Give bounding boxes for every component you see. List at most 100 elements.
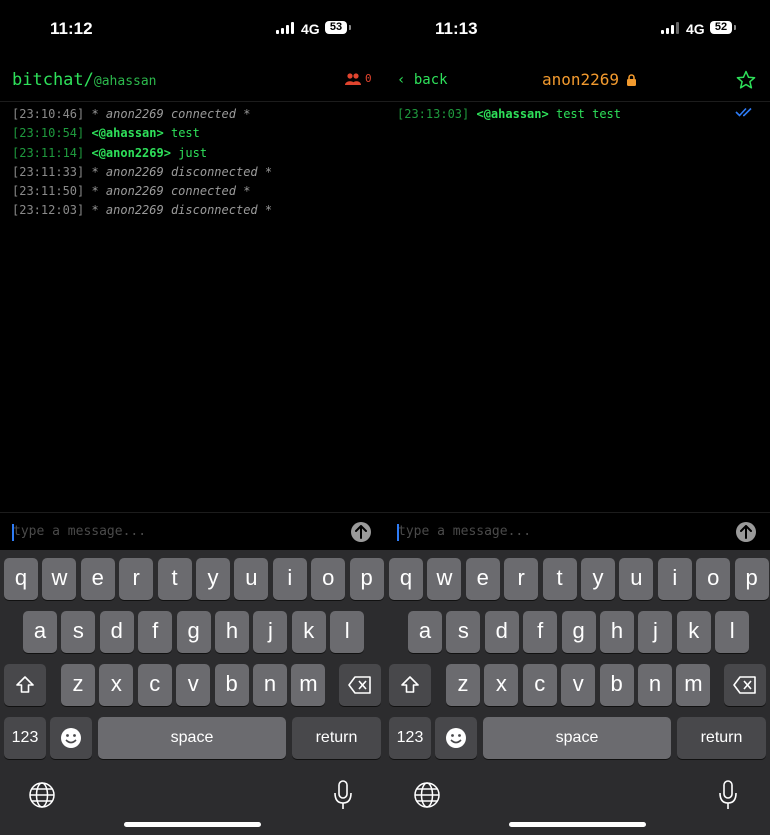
key-b[interactable]: b [599,664,634,706]
key-r[interactable]: r [504,558,539,600]
key-p[interactable]: p [349,558,384,600]
key-l[interactable]: l [330,611,365,653]
key-q[interactable]: q [4,558,38,600]
globe-icon[interactable] [28,781,56,809]
lock-icon [627,74,636,86]
key-o[interactable]: o [311,558,346,600]
app-title[interactable]: bitchat/@ahassan [12,70,157,90]
message-input-bar: type a message... [0,512,385,551]
message-timestamp: [23:10:54] [12,126,85,141]
key-l[interactable]: l [715,611,750,653]
key-y[interactable]: y [196,558,230,600]
key-e[interactable]: e [465,558,500,600]
message-body: test [170,126,200,141]
send-button[interactable] [351,522,371,542]
key-z[interactable]: z [61,664,95,706]
key-i[interactable]: i [272,558,307,600]
key-m[interactable]: m [291,664,326,706]
key-p[interactable]: p [734,558,769,600]
mic-icon[interactable] [333,780,353,810]
key-f[interactable]: f [523,611,558,653]
shift-key[interactable] [389,664,431,706]
key-o[interactable]: o [696,558,731,600]
key-v[interactable]: v [561,664,596,706]
key-s[interactable]: s [446,611,481,653]
system-message: * anon2269 connected * [91,107,251,121]
space-key[interactable]: space [483,717,671,759]
key-i[interactable]: i [657,558,692,600]
current-username: @ahassan [93,74,157,89]
key-w[interactable]: w [42,558,77,600]
key-a[interactable]: a [23,611,57,653]
chat-header: bitchat/@ahassan 0 [0,56,385,102]
backspace-key[interactable] [339,664,381,706]
star-icon[interactable] [736,70,756,90]
message-input[interactable]: type a message... [13,524,146,539]
key-e[interactable]: e [80,558,115,600]
message-sender[interactable]: <@ahassan> [91,126,163,140]
key-c[interactable]: c [137,664,172,706]
space-key[interactable]: space [98,717,286,759]
key-x[interactable]: x [99,664,134,706]
message-row: [23:11:50] * anon2269 connected * [12,182,377,201]
key-u[interactable]: u [619,558,654,600]
key-k[interactable]: k [676,611,711,653]
key-b[interactable]: b [214,664,249,706]
key-k[interactable]: k [291,611,326,653]
double-check-icon [735,107,752,117]
key-n[interactable]: n [253,664,287,706]
key-w[interactable]: w [427,558,462,600]
peer-count[interactable]: 0 [365,72,372,85]
emoji-key[interactable] [435,717,477,759]
return-key[interactable]: return [677,717,766,759]
key-t[interactable]: t [542,558,577,600]
message-sender[interactable]: <@ahassan> [476,107,548,121]
key-n[interactable]: n [638,664,672,706]
key-u[interactable]: u [234,558,269,600]
key-x[interactable]: x [484,664,519,706]
key-g[interactable]: g [561,611,596,653]
key-v[interactable]: v [176,664,211,706]
text-caret [397,524,399,541]
mic-icon[interactable] [718,780,738,810]
key-d[interactable]: d [99,611,134,653]
return-key[interactable]: return [292,717,381,759]
key-h[interactable]: h [600,611,634,653]
key-j[interactable]: j [253,611,288,653]
key-z[interactable]: z [446,664,480,706]
message-input[interactable]: type a message... [398,524,531,539]
key-g[interactable]: g [176,611,211,653]
home-indicator[interactable] [509,822,646,827]
key-a[interactable]: a [408,611,442,653]
message-input-bar: type a message... [385,512,770,551]
key-q[interactable]: q [389,558,423,600]
key-y[interactable]: y [581,558,615,600]
emoji-key[interactable] [50,717,92,759]
key-j[interactable]: j [638,611,673,653]
send-button[interactable] [736,522,756,542]
key-h[interactable]: h [215,611,249,653]
numbers-key[interactable]: 123 [4,717,46,759]
backspace-icon [733,676,756,694]
back-button[interactable]: ‹ back [397,72,448,88]
people-icon[interactable] [345,73,361,85]
globe-icon[interactable] [413,781,441,809]
keyboard: q w e r t y u i o p a s d f g h j k l z x c v b n m 123 space return [385,550,770,835]
shift-key[interactable] [4,664,46,706]
backspace-key[interactable] [724,664,766,706]
key-c[interactable]: c [522,664,557,706]
key-m[interactable]: m [676,664,711,706]
right-screen: 11:13 4G 52 ‹ back anon2269 [23:13:03] <… [385,0,770,835]
home-indicator[interactable] [124,822,261,827]
key-r[interactable]: r [119,558,154,600]
key-f[interactable]: f [138,611,173,653]
message-sender[interactable]: <@anon2269> [91,146,170,160]
key-s[interactable]: s [61,611,96,653]
numbers-key[interactable]: 123 [389,717,431,759]
key-d[interactable]: d [484,611,519,653]
message-timestamp: [23:11:14] [12,145,85,160]
app-name: bitchat/ [12,70,94,90]
key-t[interactable]: t [157,558,192,600]
peer-name[interactable]: anon2269 [542,70,619,89]
battery-tip [349,25,351,30]
